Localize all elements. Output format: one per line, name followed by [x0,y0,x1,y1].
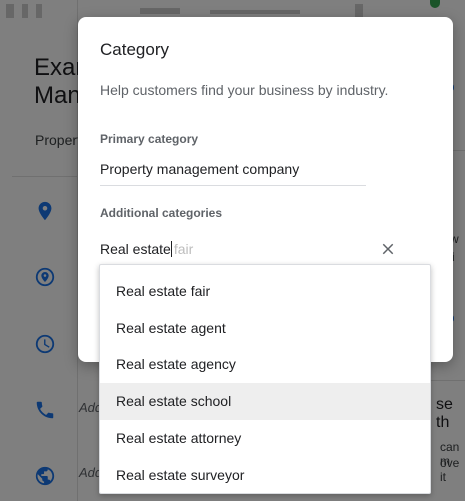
additional-categories-label: Additional categories [100,206,223,220]
suggestion-item-highlighted[interactable]: Real estate school [100,383,430,420]
suggestion-item[interactable]: Real estate agency [100,346,430,383]
input-typed-text: Real estate [100,241,171,257]
primary-category-field[interactable]: Property management company [100,161,299,177]
category-suggestions-list: Real estate fair Real estate agent Real … [99,264,431,494]
primary-category-label: Primary category [100,132,199,146]
input-autocomplete-hint: fair [173,241,194,257]
suggestion-item[interactable]: Real estate fair [100,273,430,310]
suggestion-item[interactable]: Real estate surveyor [100,457,430,494]
additional-category-input[interactable]: Real estate fair [100,239,405,261]
text-caret [170,241,172,257]
primary-category-underline [100,185,366,186]
suggestion-item[interactable]: Real estate attorney [100,420,430,457]
suggestion-item[interactable]: Real estate agent [100,310,430,347]
dialog-title: Category [100,40,169,59]
close-icon[interactable] [379,240,397,258]
input-text[interactable]: Real estate fair [100,241,193,257]
dialog-help-text: Help customers find your business by ind… [100,82,389,98]
